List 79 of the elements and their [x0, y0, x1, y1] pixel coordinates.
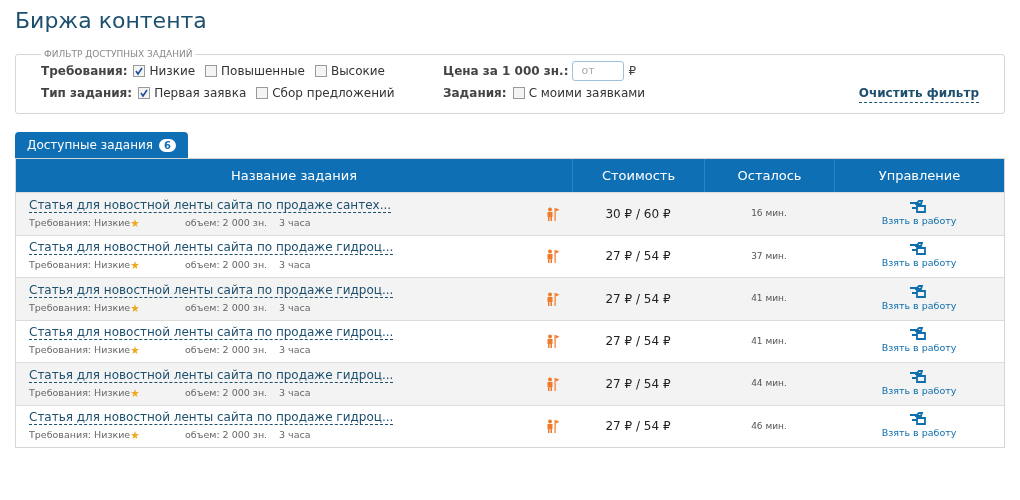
take-task-link[interactable]: Взять в работу — [881, 383, 957, 398]
person-flag-icon — [546, 419, 560, 434]
requirements-text: Требования: Низкие — [29, 385, 131, 400]
checkbox[interactable] — [205, 64, 218, 77]
person-flag-icon — [546, 376, 560, 391]
take-task-link[interactable]: Взять в работу — [881, 256, 957, 271]
duration-text: 3 часа — [279, 428, 311, 443]
checkbox-label: Повышенные — [221, 62, 305, 80]
clear-filter-link[interactable]: Очистить фильтр — [858, 83, 979, 103]
task-title-link[interactable]: Статья для новостной ленты сайта по продаже сантех... — [29, 197, 392, 213]
price-text: 30 ₽ / 60 ₽ — [605, 205, 671, 223]
tab-label: Доступные задания — [27, 137, 154, 154]
time-left-text: 16 мин. — [751, 207, 787, 220]
take-task-link[interactable]: Взять в работу — [881, 213, 957, 228]
duration-text: 3 часа — [279, 300, 311, 315]
currency-label: ₽ — [628, 62, 637, 80]
volume-text: объем: 2 000 зн. — [185, 428, 269, 443]
requirements-text: Требования: Низкие — [29, 428, 131, 443]
person-flag-icon — [546, 334, 560, 349]
person-flag-icon — [546, 206, 560, 221]
task-title-link[interactable]: Статья для новостной ленты сайта по продаже гидроц... — [29, 282, 394, 298]
duration-text: 3 часа — [279, 258, 311, 273]
time-left-text: 41 мин. — [751, 292, 787, 305]
task-title-link[interactable]: Статья для новостной ленты сайта по продаже гидроц... — [29, 367, 394, 383]
price-text: 27 ₽ / 54 ₽ — [605, 418, 671, 436]
time-left-text: 37 мин. — [751, 249, 787, 263]
star-icon — [131, 303, 140, 312]
requirements-text: Требования: Низкие — [29, 300, 131, 315]
filter-label: Цена за 1 000 зн.: — [443, 62, 569, 80]
time-left-text: 41 мин. — [751, 334, 787, 348]
tab[interactable]: Доступные задания 6 — [15, 132, 188, 158]
requirements-text: Требования: Низкие — [29, 258, 131, 273]
column-header: Название задания — [230, 166, 358, 185]
person-flag-icon — [546, 249, 560, 264]
price-text: 27 ₽ / 54 ₽ — [605, 333, 671, 351]
take-task-link[interactable]: Взять в работу — [881, 298, 957, 313]
requirements-text: Требования: Низкие — [29, 343, 131, 358]
star-icon — [131, 261, 140, 270]
filter-legend: ФИЛЬТР ДОСТУПНЫХ ЗАДАНИЙ — [41, 48, 196, 62]
duration-text: 3 часа — [279, 385, 311, 400]
volume-text: объем: 2 000 зн. — [185, 215, 269, 230]
star-icon — [131, 346, 140, 355]
time-left-text: 46 мин. — [751, 419, 787, 433]
star-icon — [131, 388, 140, 397]
price-field[interactable]: от — [572, 60, 625, 81]
volume-text: объем: 2 000 зн. — [185, 385, 269, 400]
volume-text: объем: 2 000 зн. — [185, 258, 269, 273]
checkbox[interactable] — [314, 64, 327, 77]
checkbox[interactable] — [512, 87, 525, 99]
price-text: 27 ₽ / 54 ₽ — [605, 375, 671, 393]
page-title: Биржа контента — [15, 7, 208, 35]
task-title-link[interactable]: Статья для новостной ленты сайта по продаже гидроц... — [29, 410, 394, 426]
price-text: 27 ₽ / 54 ₽ — [605, 248, 671, 266]
filter-label: Задания: — [443, 85, 507, 102]
filter-label: Тип задания: — [41, 84, 133, 102]
task-title-link[interactable]: Статья для новостной ленты сайта по продаже гидроц... — [29, 325, 394, 341]
volume-text: объем: 2 000 зн. — [185, 300, 269, 315]
checkbox-label: Первая заявка — [154, 84, 247, 102]
time-left-text: 44 мин. — [751, 377, 787, 390]
count-badge: 6 — [159, 138, 176, 152]
task-title-link[interactable]: Статья для новостной ленты сайта по продаже гидроц... — [29, 240, 394, 256]
checkbox[interactable] — [256, 86, 269, 99]
duration-text: 3 часа — [279, 215, 311, 230]
star-icon — [131, 431, 140, 440]
price-text: 27 ₽ / 54 ₽ — [605, 290, 671, 308]
checkbox-label: Высокие — [330, 62, 385, 80]
checkbox[interactable] — [133, 64, 146, 77]
star-icon — [131, 218, 140, 227]
take-task-link[interactable]: Взять в работу — [881, 341, 957, 356]
take-task-link[interactable]: Взять в работу — [881, 426, 957, 441]
filter-label: Требования: — [41, 62, 128, 80]
checkbox[interactable] — [138, 86, 151, 99]
requirements-text: Требования: Низкие — [29, 215, 131, 230]
checkbox-label: Сбор предложений — [272, 84, 395, 102]
volume-text: объем: 2 000 зн. — [185, 343, 269, 358]
person-flag-icon — [546, 291, 560, 306]
checkbox-label: Низкие — [149, 62, 196, 80]
checkbox-label: С моими заявками — [528, 85, 646, 102]
duration-text: 3 часа — [279, 343, 311, 358]
